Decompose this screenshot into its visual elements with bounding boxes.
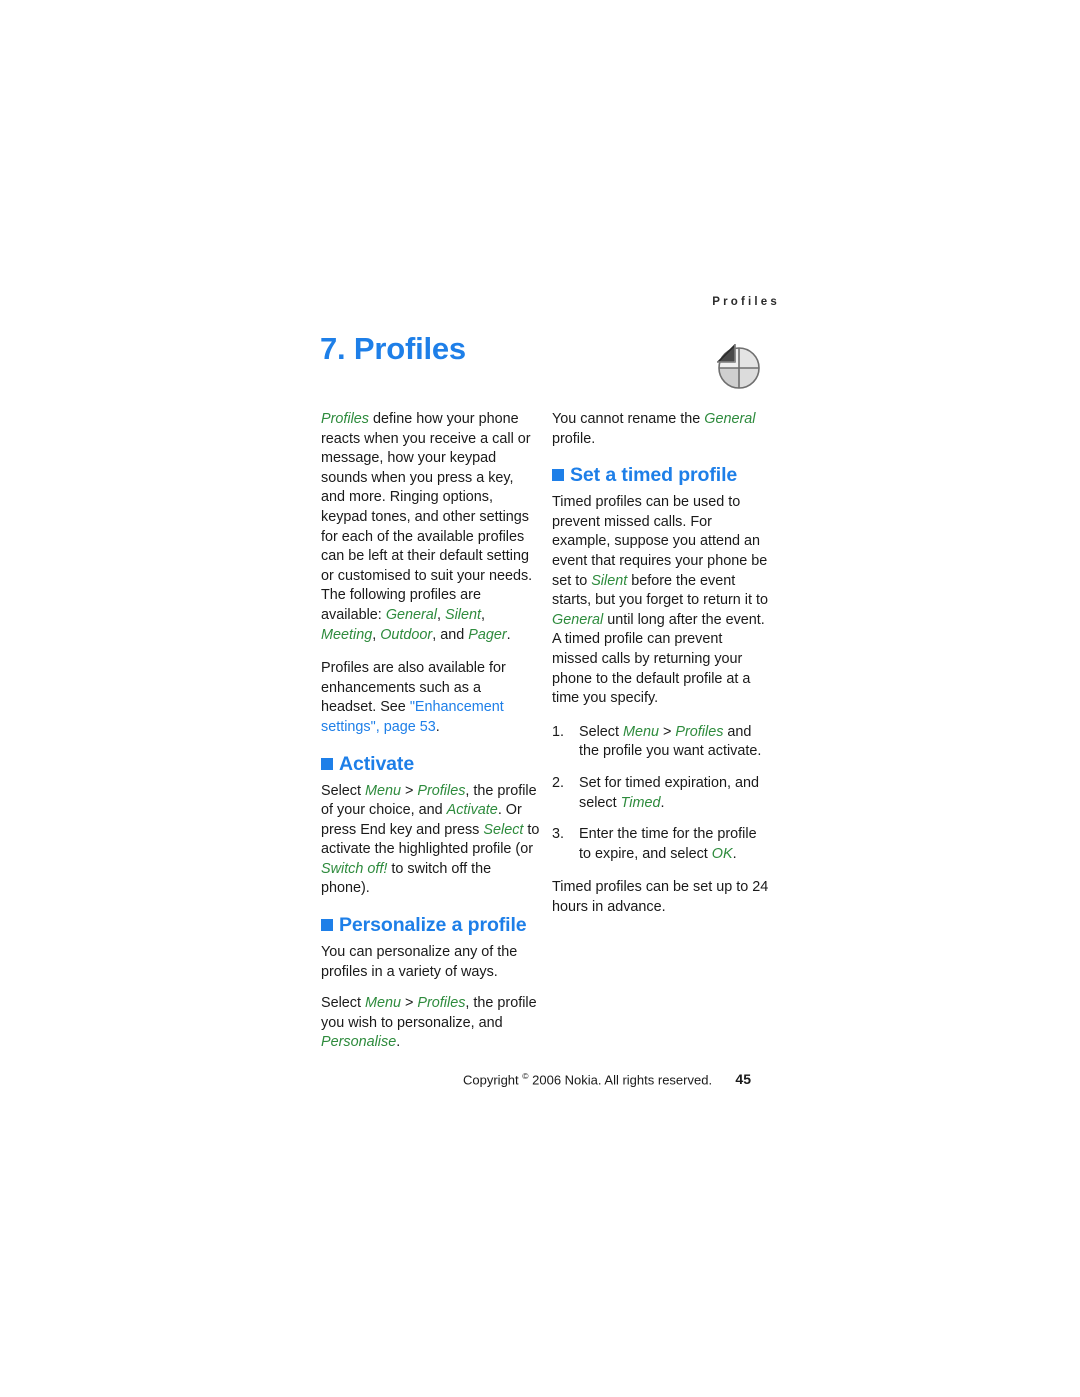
section-heading-set-timed-profile: Set a timed profile [552, 463, 771, 487]
enhancements-paragraph: Profiles are also available for enhancem… [321, 659, 540, 737]
list-item: 2. Set for timed expiration, and select T… [552, 774, 771, 813]
txt: profile. [552, 430, 596, 447]
left-column: Profiles define how your phone reacts wh… [321, 410, 540, 1067]
section-heading-personalize-label: Personalize a profile [339, 914, 527, 937]
section-heading-personalize: Personalize a profile [321, 913, 540, 937]
step-number: 2. [552, 774, 565, 791]
section-heading-activate: Activate [321, 752, 540, 776]
ui-term-select: Select [483, 821, 524, 838]
personalize-paragraph-2: Select Menu > Profiles, the profile you … [321, 994, 540, 1053]
ui-term-general: General [704, 411, 756, 427]
sep: > [401, 995, 418, 1012]
txt: You cannot rename the [552, 411, 705, 427]
sep: . [435, 718, 440, 735]
ui-term-menu: Menu [365, 782, 401, 799]
ui-term-pager: Pager [468, 626, 507, 643]
running-header: Profiles [712, 296, 780, 308]
txt: Select [321, 995, 365, 1012]
ui-term-menu: Menu [623, 723, 659, 740]
ui-term-menu: Menu [365, 995, 401, 1012]
copyright-rest: 2006 Nokia. All rights reserved. [528, 1072, 713, 1088]
ui-term-silent: Silent [445, 606, 482, 623]
sep: . [506, 626, 511, 643]
timed-intro-paragraph: Timed profiles can be used to prevent mi… [552, 493, 771, 709]
activate-paragraph: Select Menu > Profiles, the profile of y… [321, 782, 540, 900]
copyright-notice: Copyright © 2006 Nokia. All rights reser… [463, 1071, 712, 1087]
sep: . [660, 794, 665, 811]
document-page: Profiles 7. Profiles Profiles define how… [0, 0, 1080, 1397]
ui-term-activate: Activate [446, 802, 498, 819]
sep: . [732, 845, 737, 862]
section-heading-set-timed-profile-label: Set a timed profile [570, 464, 738, 487]
ui-term-profiles: Profiles [417, 782, 466, 799]
sep: , [481, 606, 486, 623]
ui-term-switch-off: Switch off! [321, 860, 388, 877]
txt: Set for timed expiration, and select [579, 774, 759, 811]
txt: Select [321, 782, 365, 799]
square-bullet-icon [552, 469, 564, 482]
right-column: You cannot rename the General profile. S… [552, 410, 771, 931]
sep: . [396, 1034, 401, 1051]
page-title: 7. Profiles [320, 331, 466, 366]
ui-term-personalise: Personalise [321, 1034, 397, 1051]
ui-term-silent: Silent [591, 572, 628, 589]
page-number: 45 [735, 1071, 751, 1087]
copyright-prefix: Copyright [463, 1072, 523, 1088]
list-item: 3. Enter the time for the profile to expi… [552, 825, 771, 864]
intro-body: define how your phone reacts when you re… [321, 411, 533, 623]
rename-note-paragraph: You cannot rename the General profile. [552, 410, 771, 449]
section-heading-activate-label: Activate [339, 752, 415, 775]
ui-term-meeting: Meeting [321, 626, 373, 643]
intro-paragraph: Profiles define how your phone reacts wh… [321, 410, 540, 645]
sep: > [401, 782, 418, 799]
sep: , [437, 606, 446, 623]
step-number: 3. [552, 826, 565, 843]
ui-term-profiles: Profiles [675, 723, 724, 740]
ui-term-profiles: Profiles [321, 411, 369, 427]
list-item: 1. Select Menu > Profiles and the profile… [552, 723, 771, 762]
square-bullet-icon [321, 757, 333, 770]
ui-term-general: General [552, 611, 604, 628]
square-bullet-icon [321, 919, 333, 932]
sep: , [372, 626, 381, 643]
txt: Select [579, 723, 623, 740]
timed-closing-paragraph: Timed profiles can be set up to 24 hours… [552, 879, 769, 915]
ui-term-ok: OK [711, 845, 733, 862]
timed-profile-steps: 1. Select Menu > Profiles and the profile… [552, 723, 771, 865]
sep: > [659, 723, 676, 740]
ui-term-timed: Timed [620, 794, 661, 811]
step-number: 1. [552, 723, 565, 740]
profiles-quadrant-icon [709, 340, 765, 392]
personalize-paragraph-1: You can personalize any of the profiles … [321, 944, 518, 980]
ui-term-general: General [385, 606, 438, 623]
ui-term-outdoor: Outdoor [380, 626, 433, 643]
sep: , and [432, 626, 469, 643]
ui-term-profiles: Profiles [417, 995, 466, 1012]
